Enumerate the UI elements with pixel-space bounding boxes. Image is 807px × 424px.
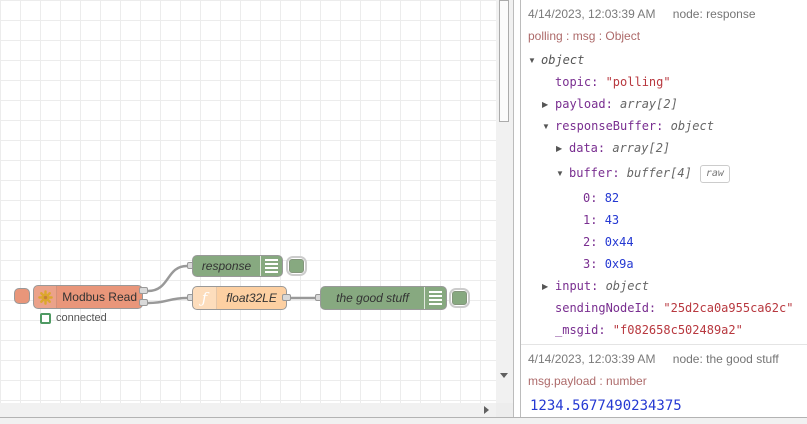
node-status: connected <box>40 312 107 324</box>
tree-row: topic: "polling" <box>528 71 800 93</box>
status-text: connected <box>56 312 107 324</box>
debug-tree: ▼ object topic: "polling" ▶ payload: array[2… <box>528 49 800 341</box>
tree-row: ▼ object <box>528 49 800 71</box>
expand-icon[interactable]: ▶ <box>556 138 569 160</box>
object-value: object <box>605 279 649 293</box>
output-port[interactable] <box>139 287 148 294</box>
scroll-right-icon[interactable] <box>484 406 489 414</box>
raw-button[interactable]: raw <box>699 165 730 183</box>
tree-row: 2: 0x44 <box>528 231 800 253</box>
function-node[interactable]: ƒ float32LE <box>192 286 287 310</box>
expand-icon[interactable]: ▶ <box>542 276 555 298</box>
expand-icon[interactable]: ▶ <box>542 94 555 116</box>
object-value: object <box>541 53 585 67</box>
collapse-icon[interactable]: ▼ <box>542 116 555 138</box>
payload-value: 1234.5677490234375 <box>530 398 682 414</box>
object-key: payload: <box>555 97 621 111</box>
tree-row: sendingNodeId: "25d2ca0a955ca62c" <box>528 297 800 319</box>
object-key: input: <box>555 279 606 293</box>
tree-row: ▶ input: object <box>528 275 800 297</box>
object-value: array[2] <box>612 141 671 155</box>
object-value: 43 <box>604 213 620 227</box>
object-value: 0x9a <box>604 257 634 271</box>
node-label: response <box>201 259 252 273</box>
tree-row: ▼ buffer: buffer[4] raw <box>528 159 800 187</box>
message-timestamp: 4/14/2023, 12:03:39 AM <box>528 7 656 21</box>
vertical-scrollbar[interactable] <box>496 0 513 403</box>
node-label: float32LE <box>226 291 277 305</box>
object-value: 0x44 <box>604 235 634 249</box>
status-indicator <box>40 312 51 324</box>
vertical-scrollbar-thumb[interactable] <box>499 0 509 122</box>
object-key: topic: <box>555 75 606 89</box>
tree-row: 0: 82 <box>528 187 800 209</box>
message-topic: msg.payload : number <box>528 374 647 388</box>
modbus-gear-icon <box>34 286 58 308</box>
object-key: buffer: <box>569 166 627 180</box>
node-red-window: Modbus Read connected response ƒ float32… <box>0 0 807 424</box>
scroll-down-icon[interactable] <box>500 373 508 378</box>
output-port[interactable] <box>139 299 148 306</box>
object-key: 2: <box>583 235 605 249</box>
tree-row: _msgid: "f082658c502489a2" <box>528 319 800 341</box>
debug-message[interactable]: 4/14/2023, 12:03:39 AM node: response po… <box>521 0 807 345</box>
bottom-bar <box>0 417 807 424</box>
tree-row: ▶ data: array[2] <box>528 137 800 159</box>
object-key: 0: <box>583 191 605 205</box>
scrollbar-corner <box>496 403 513 417</box>
tree-row: 3: 0x9a <box>528 253 800 275</box>
tree-row: ▶ payload: array[2] <box>528 93 800 115</box>
debug-sidebar[interactable]: 4/14/2023, 12:03:39 AM node: response po… <box>521 0 807 417</box>
debug-toggle-button[interactable] <box>449 288 470 308</box>
message-topic: polling : msg : Object <box>528 29 641 43</box>
object-value: object <box>670 119 714 133</box>
message-timestamp: 4/14/2023, 12:03:39 AM <box>528 352 656 366</box>
node-label: the good stuff <box>336 291 409 305</box>
horizontal-scrollbar[interactable] <box>0 403 496 417</box>
object-key: data: <box>569 141 613 155</box>
object-value: "polling" <box>605 75 671 89</box>
modbus-read-node[interactable]: Modbus Read <box>33 285 143 309</box>
workspace-grid <box>0 0 496 403</box>
debug-toggle-button[interactable] <box>286 256 307 276</box>
object-key: responseBuffer: <box>555 119 671 133</box>
object-key: _msgid: <box>555 323 613 337</box>
object-value: "f082658c502489a2" <box>612 323 743 337</box>
flow-workspace[interactable]: Modbus Read connected response ƒ float32… <box>0 0 513 417</box>
node-button[interactable] <box>14 288 30 304</box>
object-key: 3: <box>583 257 605 271</box>
collapse-icon[interactable]: ▼ <box>556 160 569 188</box>
object-value: buffer[4] <box>626 166 692 180</box>
object-value: 82 <box>604 191 620 205</box>
function-icon: ƒ <box>193 287 217 309</box>
goodstuff-debug-node[interactable]: the good stuff <box>320 286 447 310</box>
node-label: Modbus Read <box>62 290 137 304</box>
debug-icon <box>424 287 446 309</box>
tree-row: ▼ responseBuffer: object <box>528 115 800 137</box>
message-source-node: node: the good stuff <box>672 352 779 366</box>
workspace-border <box>513 0 514 417</box>
object-value: "25d2ca0a955ca62c" <box>663 301 794 315</box>
collapse-icon[interactable]: ▼ <box>528 50 541 72</box>
debug-icon <box>260 256 282 276</box>
output-port[interactable] <box>282 294 291 301</box>
object-key: 1: <box>583 213 605 227</box>
object-key: sendingNodeId: <box>555 301 664 315</box>
object-value: array[2] <box>620 97 678 111</box>
debug-message[interactable]: 4/14/2023, 12:03:39 AM node: the good st… <box>521 345 807 417</box>
message-source-node: node: response <box>672 7 756 21</box>
tree-row: 1: 43 <box>528 209 800 231</box>
response-debug-node[interactable]: response <box>192 255 283 277</box>
